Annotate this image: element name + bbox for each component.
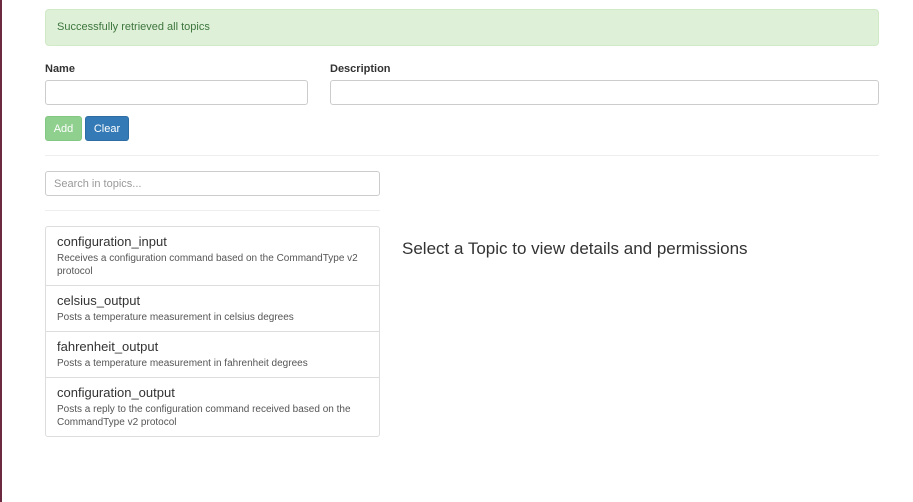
topic-item-celsius-output[interactable]: celsius_output Posts a temperature measu… xyxy=(45,285,380,332)
topic-item-configuration-output[interactable]: configuration_output Posts a reply to th… xyxy=(45,377,380,437)
topic-description: Posts a reply to the configuration comma… xyxy=(57,404,351,428)
form-divider xyxy=(45,155,879,156)
topic-item-fahrenheit-output[interactable]: fahrenheit_output Posts a temperature me… xyxy=(45,331,380,378)
topic-list: configuration_input Receives a configura… xyxy=(45,226,380,437)
clear-button[interactable]: Clear xyxy=(85,116,129,141)
name-label: Name xyxy=(45,63,75,75)
topic-details-empty-message: Select a Topic to view details and permi… xyxy=(402,239,748,258)
success-alert: Successfully retrieved all topics xyxy=(45,9,879,46)
topic-name: configuration_input xyxy=(57,234,167,249)
name-input[interactable] xyxy=(45,80,308,105)
topic-name: celsius_output xyxy=(57,293,141,308)
add-button[interactable]: Add xyxy=(45,116,82,141)
topic-name: configuration_output xyxy=(57,385,175,400)
topic-search-input[interactable] xyxy=(45,171,380,196)
topic-name: fahrenheit_output xyxy=(57,339,159,354)
search-divider xyxy=(45,210,380,211)
topic-description: Receives a configuration command based o… xyxy=(57,253,358,277)
success-alert-message: Successfully retrieved all topics xyxy=(57,21,210,33)
topic-item-configuration-input[interactable]: configuration_input Receives a configura… xyxy=(45,226,380,286)
description-input[interactable] xyxy=(330,80,879,105)
window-left-edge xyxy=(0,0,2,502)
topic-description: Posts a temperature measurement in celsi… xyxy=(57,312,294,323)
description-label: Description xyxy=(330,63,391,75)
topic-description: Posts a temperature measurement in fahre… xyxy=(57,358,308,369)
